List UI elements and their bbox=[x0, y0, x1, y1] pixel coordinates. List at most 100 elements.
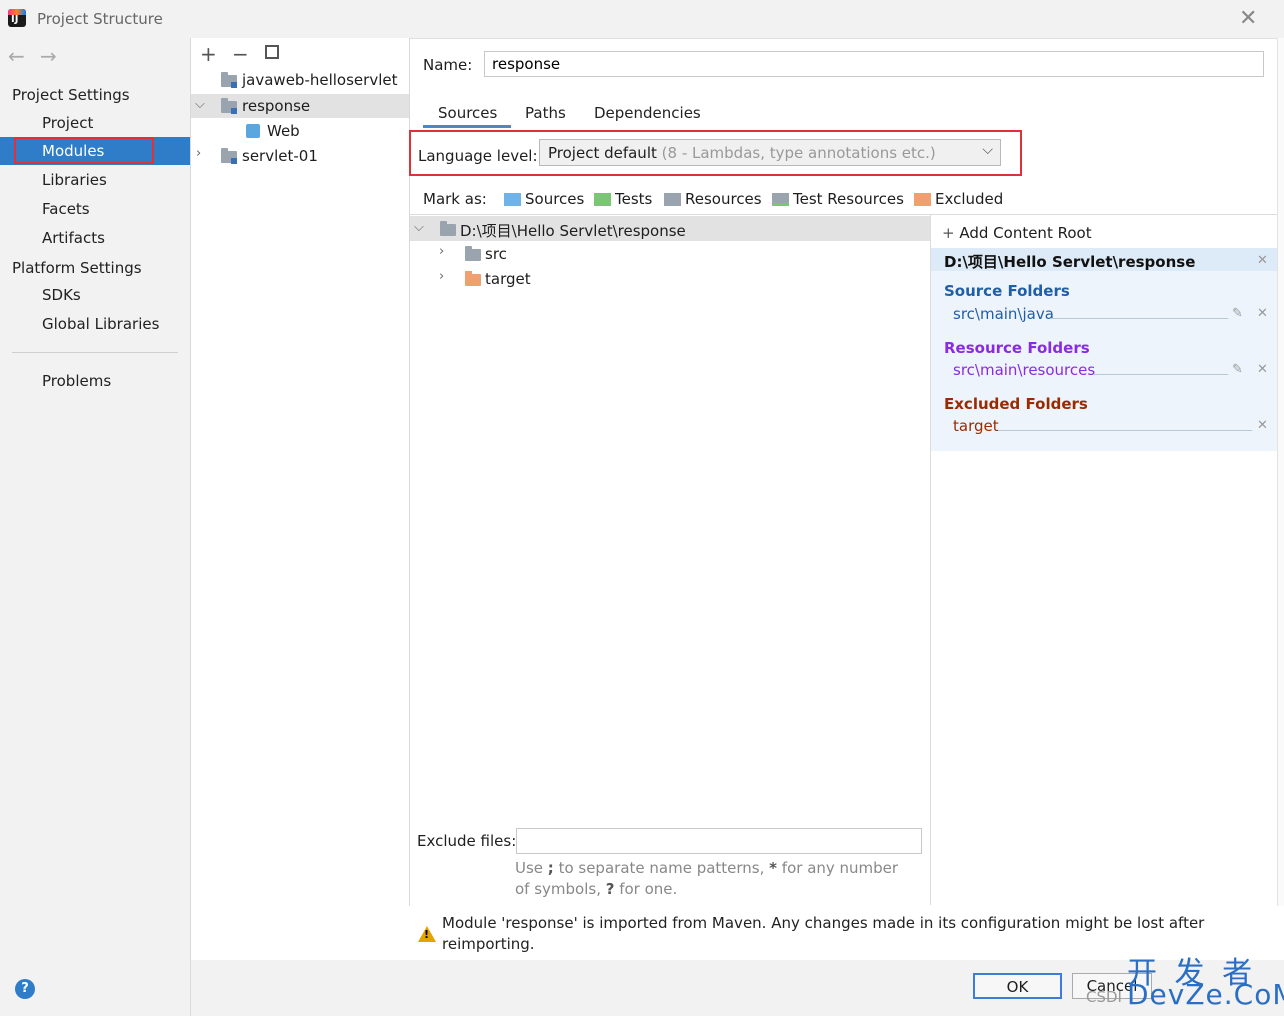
maven-warning-text: Module 'response' is imported from Maven… bbox=[442, 914, 1205, 953]
web-facet-icon bbox=[246, 124, 260, 138]
resources-folder-icon bbox=[664, 193, 681, 206]
add-content-root-button[interactable]: + Add Content Root bbox=[942, 224, 1092, 242]
chevron-right-icon[interactable]: › bbox=[439, 269, 444, 284]
mark-as-label: Mark as: bbox=[423, 190, 487, 208]
window-title: Project Structure bbox=[37, 10, 163, 28]
nav-item-artifacts[interactable]: Artifacts bbox=[42, 229, 105, 247]
hint-part: for one. bbox=[614, 880, 678, 898]
intellij-app-icon: IJ bbox=[8, 9, 26, 27]
chevron-right-icon[interactable]: › bbox=[439, 244, 444, 259]
nav-separator bbox=[12, 352, 178, 353]
tree-item-target[interactable]: target bbox=[485, 270, 531, 288]
active-tab-indicator bbox=[423, 125, 511, 128]
tests-folder-icon bbox=[594, 193, 611, 206]
module-badge-icon bbox=[231, 82, 237, 88]
hint-part: * bbox=[769, 859, 778, 877]
module-name-input[interactable] bbox=[484, 51, 1264, 77]
content-tree bbox=[410, 215, 930, 820]
forward-arrow-icon[interactable]: → bbox=[40, 44, 57, 68]
remove-folder-icon[interactable]: ✕ bbox=[1257, 418, 1268, 433]
mark-excluded-button[interactable]: Excluded bbox=[935, 190, 1003, 208]
warning-icon: ! bbox=[418, 926, 436, 942]
watermark-line2: DevZe.CoM bbox=[1127, 978, 1284, 1011]
folder-icon bbox=[440, 221, 456, 236]
nav-item-problems[interactable]: Problems bbox=[42, 372, 111, 390]
nav-item-global-libraries[interactable]: Global Libraries bbox=[42, 315, 159, 333]
chevron-right-icon[interactable]: › bbox=[196, 146, 201, 161]
module-tree-panel bbox=[191, 38, 410, 960]
mark-tests-button[interactable]: Tests bbox=[615, 190, 652, 208]
source-folder-entry[interactable]: src\main\java bbox=[953, 305, 1054, 323]
content-root-title: D:\项目\Hello Servlet\response bbox=[944, 253, 1196, 271]
help-icon[interactable]: ? bbox=[15, 979, 35, 999]
remove-icon[interactable]: − bbox=[232, 42, 249, 66]
language-level-select[interactable]: Project default (8 - Lambdas, type annot… bbox=[539, 139, 1001, 166]
close-icon[interactable]: ✕ bbox=[1239, 6, 1257, 31]
back-arrow-icon[interactable]: ← bbox=[8, 44, 25, 68]
scroll-strip bbox=[1277, 38, 1284, 960]
watermark-csdn: CSDI bbox=[1086, 988, 1122, 1006]
chevron-down-icon: ⌵ bbox=[982, 142, 993, 158]
facet-tree-item[interactable]: Web bbox=[191, 119, 409, 143]
language-level-hint: (8 - Lambdas, type annotations etc.) bbox=[661, 144, 936, 162]
chevron-down-icon[interactable]: ⌵ bbox=[195, 97, 205, 112]
module-badge-icon bbox=[231, 158, 237, 164]
language-level-label: Language level: bbox=[418, 147, 538, 165]
hint-part: Use bbox=[515, 859, 548, 877]
tab-sources[interactable]: Sources bbox=[438, 104, 497, 122]
remove-folder-icon[interactable]: ✕ bbox=[1257, 306, 1268, 321]
facet-label: Web bbox=[267, 122, 300, 140]
resource-folder-entry[interactable]: src\main\resources bbox=[953, 361, 1095, 379]
content-root-path: D:\项目\Hello Servlet\response bbox=[460, 222, 686, 240]
tab-dependencies[interactable]: Dependencies bbox=[594, 104, 701, 122]
module-tree-item[interactable]: javaweb-helloservlet bbox=[191, 68, 409, 92]
source-folders-title: Source Folders bbox=[944, 282, 1070, 300]
copy-icon[interactable] bbox=[265, 45, 279, 59]
module-badge-icon bbox=[231, 108, 237, 114]
nav-item-project[interactable]: Project bbox=[42, 114, 93, 132]
remove-root-icon[interactable]: ✕ bbox=[1257, 253, 1268, 268]
test-resources-folder-icon bbox=[772, 193, 789, 206]
nav-item-sdks[interactable]: SDKs bbox=[42, 286, 81, 304]
exclude-files-input[interactable] bbox=[516, 828, 922, 854]
entry-underline bbox=[998, 430, 1252, 431]
hint-part: to separate name patterns, bbox=[553, 859, 770, 877]
edit-pencil-icon[interactable]: ✎ bbox=[1232, 306, 1243, 321]
add-icon[interactable]: + bbox=[200, 42, 217, 66]
excluded-folder-entry[interactable]: target bbox=[953, 417, 999, 435]
folder-icon bbox=[465, 246, 481, 261]
remove-folder-icon[interactable]: ✕ bbox=[1257, 362, 1268, 377]
excluded-folders-title: Excluded Folders bbox=[944, 395, 1088, 413]
excluded-folder-icon bbox=[465, 271, 481, 286]
plus-icon: + bbox=[942, 224, 955, 242]
tab-paths[interactable]: Paths bbox=[525, 104, 566, 122]
add-content-root-label: Add Content Root bbox=[959, 224, 1092, 242]
name-label: Name: bbox=[423, 56, 473, 74]
edit-pencil-icon[interactable]: ✎ bbox=[1232, 362, 1243, 377]
resource-folders-title: Resource Folders bbox=[944, 339, 1090, 357]
language-level-value: Project default bbox=[548, 144, 657, 162]
ok-button[interactable]: OK bbox=[973, 973, 1062, 999]
sources-folder-icon bbox=[504, 193, 521, 206]
mark-resources-button[interactable]: Resources bbox=[685, 190, 762, 208]
tree-item-src[interactable]: src bbox=[485, 245, 507, 263]
module-label: servlet-01 bbox=[242, 147, 318, 165]
chevron-down-icon[interactable]: ⌵ bbox=[414, 220, 424, 235]
excluded-folder-icon bbox=[914, 193, 931, 206]
module-tree-item-selected[interactable]: ⌵ response bbox=[191, 94, 409, 118]
exclude-files-label: Exclude files: bbox=[417, 832, 517, 850]
section-project-settings: Project Settings bbox=[12, 86, 130, 104]
title-bar: IJ Project Structure ✕ bbox=[0, 0, 1284, 39]
exclude-files-hint: Use ; to separate name patterns, * for a… bbox=[515, 858, 915, 900]
module-label: response bbox=[242, 97, 311, 115]
nav-item-libraries[interactable]: Libraries bbox=[42, 171, 107, 189]
entry-underline bbox=[1093, 374, 1228, 375]
entry-underline bbox=[1050, 318, 1228, 319]
mark-sources-button[interactable]: Sources bbox=[525, 190, 584, 208]
module-tree-item[interactable]: › servlet-01 bbox=[191, 144, 409, 168]
section-platform-settings: Platform Settings bbox=[12, 259, 142, 277]
annotation-red-box-modules bbox=[14, 137, 154, 164]
module-label: javaweb-helloservlet bbox=[242, 71, 398, 89]
mark-test-resources-button[interactable]: Test Resources bbox=[793, 190, 904, 208]
nav-item-facets[interactable]: Facets bbox=[42, 200, 90, 218]
